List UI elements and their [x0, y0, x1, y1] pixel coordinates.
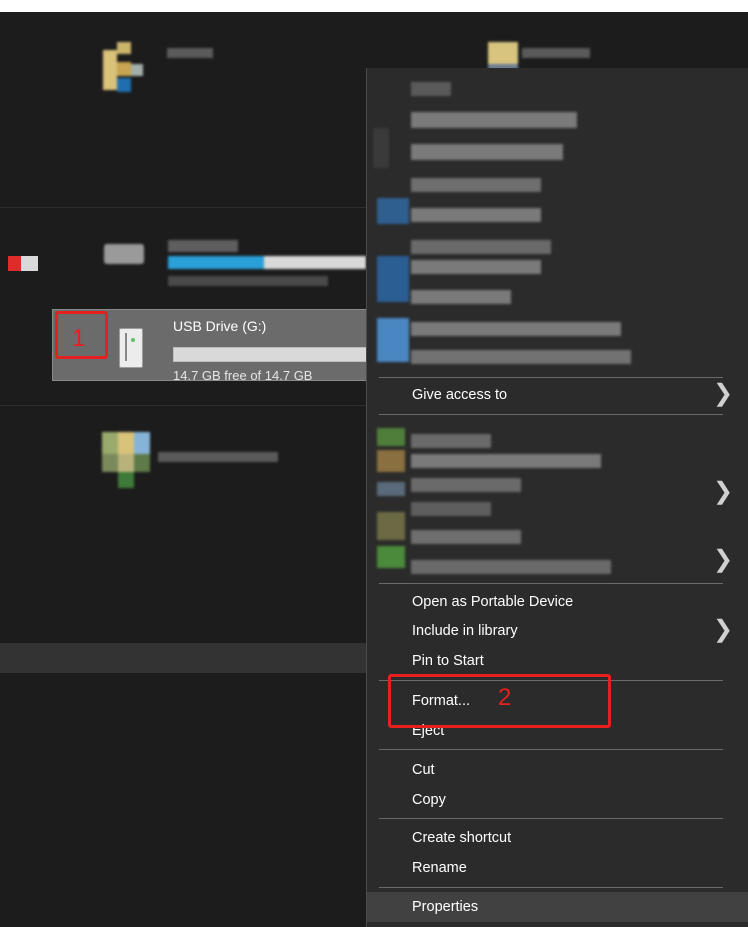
- menu-item-properties[interactable]: Properties: [367, 892, 748, 922]
- drive-usage-bar: [173, 347, 369, 362]
- menu-separator: [379, 414, 723, 415]
- drive-usage-bar-blurred: [8, 256, 38, 271]
- menu-item-blurred[interactable]: [373, 74, 633, 364]
- menu-separator: [379, 377, 723, 378]
- folder-item-blurred[interactable]: [103, 42, 213, 102]
- annotation-number-1: 1: [72, 325, 86, 352]
- menu-item-label: Give access to: [412, 387, 508, 403]
- menu-item-pin-to-start[interactable]: Pin to Start: [367, 646, 748, 676]
- menu-item-label: Rename: [412, 860, 467, 876]
- usb-drive-icon: [119, 328, 143, 368]
- menu-item-label: Create shortcut: [412, 830, 512, 846]
- menu-separator: [379, 887, 723, 888]
- menu-item-cut[interactable]: Cut: [367, 755, 748, 785]
- menu-item-rename[interactable]: Rename: [367, 853, 748, 883]
- menu-separator: [379, 818, 723, 819]
- menu-item-label: Cut: [412, 762, 435, 778]
- status-bar: [0, 643, 366, 673]
- drive-name: USB Drive (G:): [173, 318, 267, 334]
- menu-separator: [379, 749, 723, 750]
- menu-item-label: Properties: [412, 899, 479, 915]
- chevron-right-icon: ❯: [713, 616, 734, 643]
- context-menu: Give access to ❯ ❯ ❯ Open as Portable De…: [366, 68, 748, 927]
- annotation-number-2: 2: [498, 684, 512, 711]
- chevron-right-icon[interactable]: ❯: [713, 546, 733, 574]
- folder-item-blurred[interactable]: [102, 432, 282, 498]
- menu-item-blurred[interactable]: [373, 422, 633, 582]
- drive-free-space: 14.7 GB free of 14.7 GB: [173, 368, 313, 383]
- menu-item-open-as-portable-device[interactable]: Open as Portable Device: [367, 587, 748, 617]
- menu-item-label: Include in library: [412, 623, 518, 639]
- section-divider: [0, 405, 366, 406]
- menu-item-give-access-to[interactable]: Give access to ❯: [367, 380, 748, 410]
- chevron-right-icon[interactable]: ❯: [713, 478, 733, 506]
- menu-item-include-in-library[interactable]: Include in library ❯: [367, 616, 748, 646]
- menu-item-create-shortcut[interactable]: Create shortcut: [367, 823, 748, 853]
- menu-separator: [379, 583, 723, 584]
- chevron-right-icon: ❯: [713, 380, 734, 407]
- drive-item-blurred[interactable]: [104, 234, 366, 304]
- menu-item-copy[interactable]: Copy: [367, 785, 748, 815]
- menu-item-label: Copy: [412, 792, 446, 808]
- menu-item-label: Pin to Start: [412, 653, 484, 669]
- menu-item-label: Open as Portable Device: [412, 594, 574, 610]
- section-divider: [0, 207, 366, 208]
